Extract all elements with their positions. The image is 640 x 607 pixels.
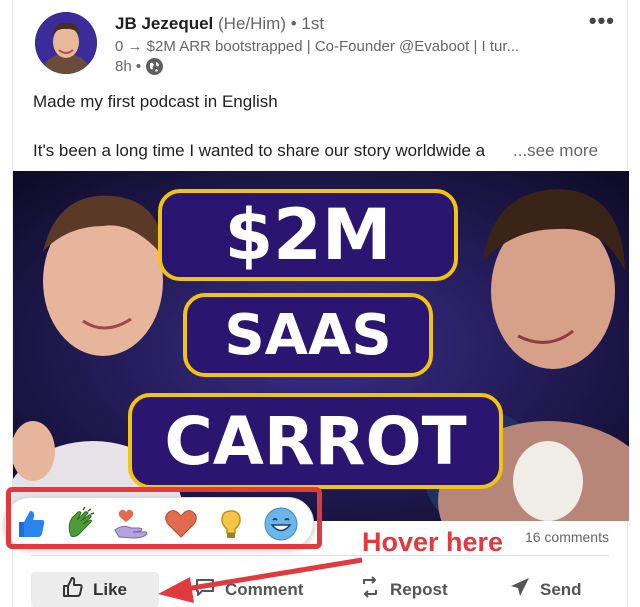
author-line: JB Jezequel (He/Him) • 1st bbox=[115, 14, 324, 34]
heart-icon[interactable] bbox=[163, 506, 199, 542]
send-label: Send bbox=[540, 579, 582, 599]
heart-in-hand-icon[interactable] bbox=[113, 506, 149, 542]
connection-degree: • 1st bbox=[290, 14, 325, 33]
comment-icon bbox=[193, 575, 217, 604]
post-meta: 8h • bbox=[115, 58, 164, 75]
comment-button[interactable]: Comment bbox=[193, 572, 303, 607]
thumbs-up-outline-icon bbox=[61, 575, 85, 604]
like-label: Like bbox=[93, 579, 128, 599]
repost-label: Repost bbox=[390, 579, 448, 599]
comments-count[interactable]: 16 comments bbox=[525, 529, 609, 545]
post-text-line: It's been a long time I wanted to share … bbox=[33, 141, 486, 160]
author-avatar[interactable] bbox=[35, 12, 97, 74]
post-actions-bar: Like Comment Repost Send bbox=[13, 572, 629, 607]
laughing-face-icon[interactable] bbox=[263, 506, 299, 542]
repost-button[interactable]: Repost bbox=[358, 572, 448, 607]
author-pronouns: (He/Him) bbox=[218, 14, 286, 33]
clapping-hands-icon[interactable] bbox=[63, 506, 99, 542]
send-icon bbox=[508, 575, 532, 604]
more-options-icon[interactable]: ••• bbox=[589, 8, 615, 34]
repost-icon bbox=[358, 575, 382, 604]
post-media-image[interactable]: $2M SAAS CARROT bbox=[13, 171, 629, 521]
divider bbox=[31, 555, 609, 556]
author-name[interactable]: JB Jezequel bbox=[115, 14, 213, 33]
globe-icon bbox=[146, 58, 164, 75]
post-text-line: Made my first podcast in English bbox=[33, 92, 278, 111]
see-more-link[interactable]: ...see more bbox=[513, 141, 598, 161]
author-headline: 0 → $2M ARR bootstrapped | Co-Founder @E… bbox=[115, 38, 520, 55]
lightbulb-icon[interactable] bbox=[213, 506, 249, 542]
post-time: 8h • bbox=[115, 58, 142, 75]
send-button[interactable]: Send bbox=[508, 572, 582, 607]
hover-annotation-label: Hover here bbox=[362, 527, 504, 557]
thumbs-up-icon[interactable] bbox=[13, 506, 49, 542]
media-title-mid: SAAS bbox=[183, 293, 433, 377]
comment-label: Comment bbox=[225, 579, 304, 599]
reactions-menu bbox=[4, 497, 314, 549]
like-button[interactable]: Like bbox=[31, 572, 159, 607]
media-title-top: $2M bbox=[158, 189, 458, 281]
media-title-bottom: CARROT bbox=[128, 393, 503, 489]
